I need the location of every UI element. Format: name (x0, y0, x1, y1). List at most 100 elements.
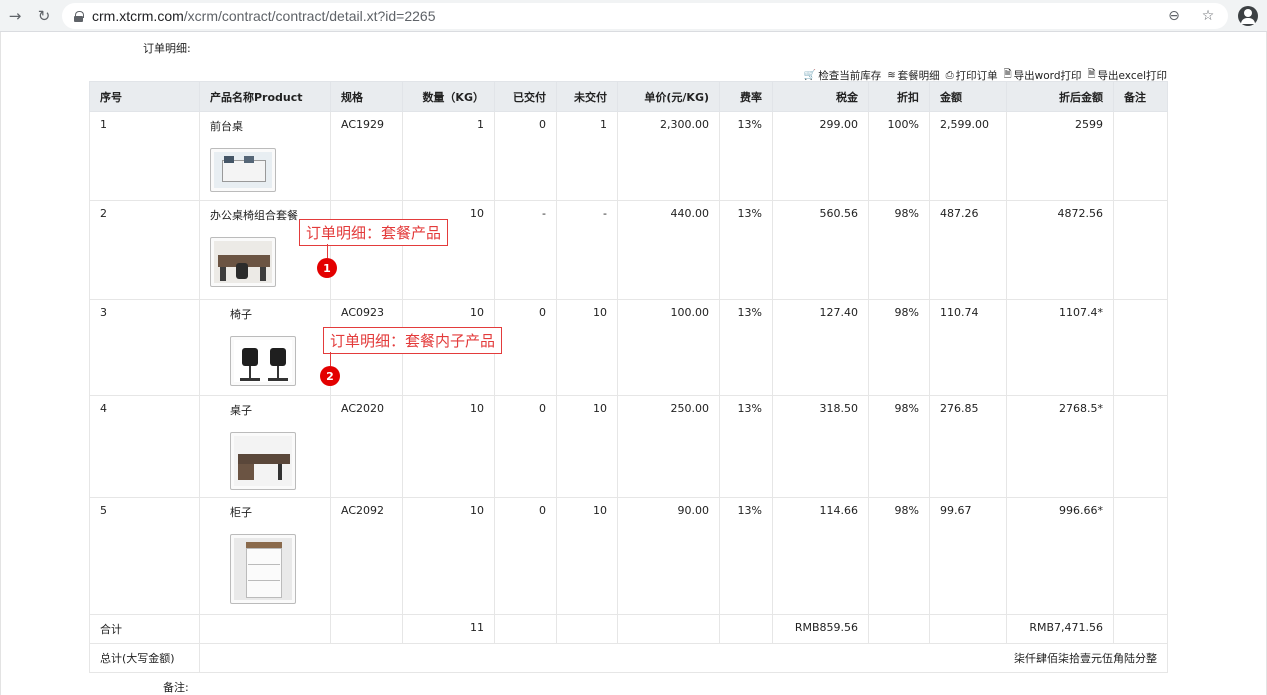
column-header: 单价(元/KG) (617, 81, 720, 112)
cell-discounted: 4872.56 (1006, 200, 1114, 300)
cell-price: 90.00 (617, 497, 720, 615)
cell-no: 5 (89, 497, 200, 615)
lock-icon (74, 10, 84, 22)
product-image-desk[interactable] (230, 432, 296, 490)
cell-tax: 318.50 (772, 395, 869, 498)
totals-row: 合计 11 RMB859.56 RMB7,471.56 (89, 614, 1168, 644)
product-image-chair[interactable] (230, 336, 296, 386)
cell-discount: 98% (868, 497, 930, 615)
remark-label: 备注: (163, 681, 189, 694)
column-header: 已交付 (494, 81, 557, 112)
table-row: 1 前台桌 AC1929 1 0 1 2,300.00 13% 299.00 1… (89, 111, 1168, 201)
cell-spec: AC2092 (330, 497, 403, 615)
cell-tax: 560.56 (772, 200, 869, 300)
cell-discount: 100% (868, 111, 930, 201)
cell-undelivered: 10 (556, 299, 618, 396)
product-name: 前台桌 (210, 120, 243, 133)
column-header: 折扣 (868, 81, 930, 112)
cell-remark (1113, 395, 1168, 498)
reload-icon[interactable]: ↻ (33, 5, 55, 27)
column-header: 金额 (929, 81, 1007, 112)
star-icon[interactable]: ☆ (1198, 6, 1218, 26)
cell-qty: 10 (402, 497, 495, 615)
cell-tax: 114.66 (772, 497, 869, 615)
cell-discounted: 2599 (1006, 111, 1114, 201)
cell-spec: AC1929 (330, 111, 403, 201)
printer-icon: ⎙ (945, 70, 954, 81)
order-detail-table: 序号 产品名称Product 规格 数量（KG） 已交付 未交付 单价(元/KG… (89, 81, 1168, 673)
totals-label: 合计 (89, 614, 200, 644)
cell-tax: 299.00 (772, 111, 869, 201)
address-bar[interactable]: crm.xtcrm.com/xcrm/contract/contract/det… (62, 3, 1228, 29)
cell-remark (1113, 299, 1168, 396)
cell-qty: 10 (402, 395, 495, 498)
cell-delivered: - (494, 200, 557, 300)
totals-discounted: RMB7,471.56 (1006, 614, 1114, 644)
column-header: 税金 (772, 81, 869, 112)
cell-no: 3 (89, 299, 200, 396)
cell-amount: 2,599.00 (929, 111, 1007, 201)
product-image-office-set[interactable] (210, 237, 276, 287)
product-image-cabinet[interactable] (230, 534, 296, 604)
cell-amount: 487.26 (929, 200, 1007, 300)
cell-discount: 98% (868, 299, 930, 396)
cell-undelivered: 1 (556, 111, 618, 201)
zoom-icon[interactable]: ⊖ (1164, 6, 1184, 26)
cell-discount: 98% (868, 200, 930, 300)
cell-delivered: 0 (494, 111, 557, 201)
cell-rate: 13% (719, 395, 773, 498)
profile-icon[interactable] (1238, 6, 1258, 26)
cell-amount: 276.85 (929, 395, 1007, 498)
cell-price: 250.00 (617, 395, 720, 498)
url-text: crm.xtcrm.com/xcrm/contract/contract/det… (92, 8, 436, 24)
cell-rate: 13% (719, 200, 773, 300)
grand-total-row: 总计(大写金额) 柒仟肆佰柒拾壹元伍角陆分整 (89, 643, 1168, 673)
cell-discounted: 996.66* (1006, 497, 1114, 615)
cell-undelivered: 10 (556, 497, 618, 615)
cell-delivered: 0 (494, 299, 557, 396)
cell-discounted: 2768.5* (1006, 395, 1114, 498)
cell-qty: 1 (402, 111, 495, 201)
layers-icon: ≋ (887, 70, 896, 81)
cell-discount: 98% (868, 395, 930, 498)
cell-product: 柜子 (199, 497, 331, 615)
table-row: 5 柜子 AC2092 10 0 10 90.00 13% 114.66 98%… (89, 497, 1168, 615)
cell-amount: 110.74 (929, 299, 1007, 396)
cell-no: 4 (89, 395, 200, 498)
cell-undelivered: 10 (556, 395, 618, 498)
cell-spec (330, 200, 403, 300)
cell-undelivered: - (556, 200, 618, 300)
table-header-row: 序号 产品名称Product 规格 数量（KG） 已交付 未交付 单价(元/KG… (89, 81, 1168, 112)
cell-delivered: 0 (494, 497, 557, 615)
product-image-reception-desk[interactable] (210, 148, 276, 192)
annotation-package-product: 订单明细：套餐产品 (299, 219, 449, 246)
arrow-left-icon[interactable]: → (4, 5, 26, 27)
cell-rate: 13% (719, 299, 773, 396)
cell-delivered: 0 (494, 395, 557, 498)
product-name: 桌子 (230, 404, 252, 417)
column-header: 折后金额 (1006, 81, 1114, 112)
totals-qty: 11 (402, 614, 495, 644)
browser-toolbar: → ↻ crm.xtcrm.com/xcrm/contract/contract… (0, 0, 1267, 32)
cell-remark (1113, 200, 1168, 300)
product-name: 椅子 (230, 308, 252, 321)
table-row: 4 桌子 AC2020 10 0 10 250.00 13% 318.50 98… (89, 395, 1168, 498)
cell-price: 2,300.00 (617, 111, 720, 201)
annotation-package-subproduct: 订单明细：套餐内子产品 (323, 327, 503, 354)
annotation-marker-1: 1 (317, 258, 337, 278)
section-title: 订单明细: (143, 42, 191, 55)
cell-product: 桌子 (199, 395, 331, 498)
cell-remark (1113, 497, 1168, 615)
cell-price: 440.00 (617, 200, 720, 300)
cell-remark (1113, 111, 1168, 201)
grand-total-value: 柒仟肆佰柒拾壹元伍角陆分整 (199, 643, 1168, 673)
cart-icon: 🛒 (803, 70, 817, 81)
annotation-marker-2: 2 (320, 366, 340, 386)
cell-tax: 127.40 (772, 299, 869, 396)
cell-amount: 99.67 (929, 497, 1007, 615)
cell-qty: 10 (402, 200, 495, 300)
totals-tax: RMB859.56 (772, 614, 869, 644)
cell-product: 前台桌 (199, 111, 331, 201)
column-header: 备注 (1113, 81, 1168, 112)
column-header: 规格 (330, 81, 403, 112)
